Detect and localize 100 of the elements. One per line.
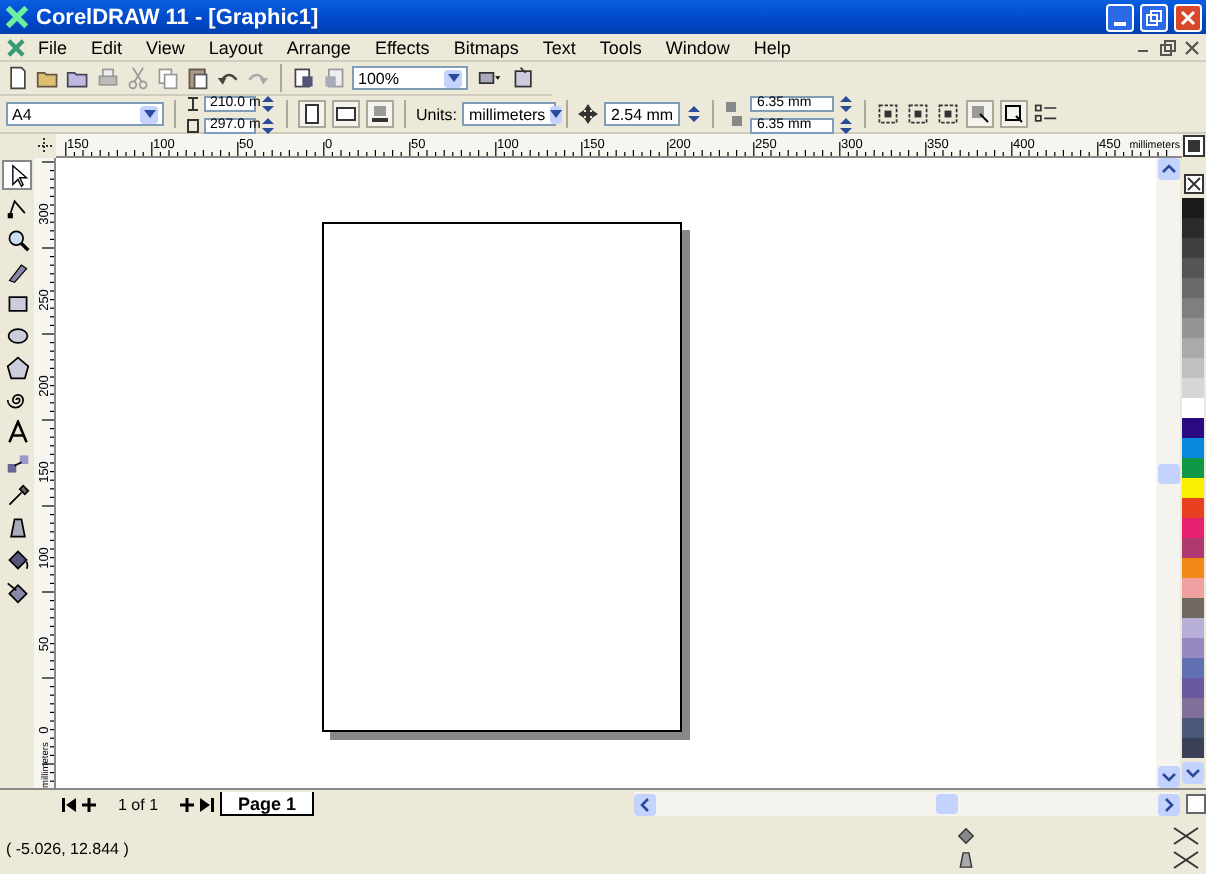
snap-to-objects-icon[interactable] [936,102,961,126]
color-swatch[interactable] [1182,378,1204,398]
color-swatch[interactable] [1182,438,1204,458]
landscape-button[interactable] [332,100,360,128]
folder-icon[interactable] [66,66,90,90]
color-swatch[interactable] [1182,358,1204,378]
color-swatch[interactable] [1182,318,1204,338]
color-swatch[interactable] [1182,698,1204,718]
add-page-icon[interactable] [180,797,195,811]
color-swatch[interactable] [1182,578,1204,598]
menu-item[interactable]: Bitmaps [441,37,531,57]
new-document-icon[interactable] [6,66,30,90]
zoom-value: 100% [358,69,399,87]
color-swatch[interactable] [1182,258,1204,278]
menu-item[interactable]: Layout [196,37,275,57]
snap-to-guidelines-icon[interactable] [906,102,931,126]
palette-swatch-icon[interactable] [1186,794,1206,814]
color-swatch[interactable] [1182,198,1204,218]
menu-item[interactable]: Arrange [274,37,363,57]
options-icon[interactable] [1034,102,1059,126]
scroll-thumb[interactable] [936,794,958,814]
color-swatch[interactable] [1182,678,1204,698]
close-icon[interactable] [1184,39,1200,55]
height-icon [186,117,200,133]
draw-selection-button[interactable] [1000,100,1029,128]
height-spinner[interactable] [260,115,276,135]
color-swatch[interactable] [1182,238,1204,258]
document-icon[interactable] [6,37,26,57]
caret-icon [447,74,459,82]
color-swatch[interactable] [1182,218,1204,238]
color-swatch[interactable] [1182,618,1204,638]
zoom-dropdown[interactable]: 100% [352,66,468,90]
paste-icon[interactable] [186,66,210,90]
menu-item[interactable]: Tools [587,37,654,57]
no-outline-icon [1172,850,1200,870]
import-icon[interactable] [292,66,316,90]
nudge-spinner[interactable] [686,104,703,124]
color-swatch[interactable] [1182,658,1204,678]
treat-as-filled-button[interactable] [966,100,995,128]
nudge-field[interactable]: 2.54 mm [604,102,681,126]
units-dropdown[interactable]: millimeters [462,102,557,126]
color-swatch[interactable] [1182,278,1204,298]
color-swatch[interactable] [1182,598,1204,618]
menu-item[interactable]: File [26,37,80,57]
scroll-down-button[interactable] [1157,766,1179,788]
add-page-icon[interactable] [82,797,96,811]
close-button[interactable] [1174,3,1202,31]
color-swatch[interactable] [1182,518,1204,538]
color-swatch[interactable] [1182,558,1204,578]
menu-item[interactable]: Window [653,37,742,57]
caret-icon [549,110,562,118]
window-title: CorelDRAW 11 - [Graphic1] [36,5,321,29]
vertical-scrollbar[interactable] [1156,158,1180,788]
scroll-right-button[interactable] [1158,793,1180,815]
page-tab[interactable]: Page 1 [220,792,315,816]
restore-button[interactable] [1140,3,1168,31]
width-spinner[interactable] [260,93,276,113]
menu-item[interactable]: Help [741,37,803,57]
open-folder-icon[interactable] [36,66,60,90]
paper-size-dropdown[interactable]: A4 [6,102,164,126]
palette-scroll-down-button[interactable] [1182,762,1204,784]
color-swatch[interactable] [1182,718,1204,738]
menu-item[interactable]: View [134,37,197,57]
snap-to-grid-icon[interactable] [876,102,901,126]
menu-item[interactable]: Effects [362,37,442,57]
scroll-up-button[interactable] [1157,158,1179,180]
color-swatch[interactable] [1182,458,1204,478]
horizontal-scrollbar[interactable] [634,792,1180,816]
minimize-icon [1114,21,1126,25]
color-swatch[interactable] [1182,538,1204,558]
portrait-button[interactable] [298,100,326,128]
color-swatch[interactable] [1182,638,1204,658]
last-page-icon[interactable] [200,797,215,811]
application-launcher-icon[interactable] [474,66,506,90]
color-swatch[interactable] [1182,738,1204,758]
scroll-thumb[interactable] [1157,463,1179,483]
units-dropdown-button[interactable] [549,105,562,123]
paper-size-value: A4 [12,105,32,123]
units-value: millimeters [468,105,546,123]
menu-item[interactable]: Text [530,37,588,57]
chevron-up-icon [1161,164,1175,174]
first-page-icon[interactable] [62,797,76,811]
fill-bucket-icon [956,826,976,846]
close-icon [1180,9,1196,25]
color-swatch[interactable] [1182,418,1204,438]
no-color-swatch[interactable] [1183,174,1203,194]
color-swatch[interactable] [1182,478,1204,498]
color-swatch[interactable] [1182,298,1204,318]
color-swatch[interactable] [1182,338,1204,358]
palette-options-icon[interactable] [1182,134,1206,158]
menu-item[interactable]: Edit [79,37,135,57]
color-swatch[interactable] [1182,398,1204,418]
paper-size-dropdown-button[interactable] [140,105,158,123]
color-swatch[interactable] [1182,498,1204,518]
scroll-left-button[interactable] [634,793,656,815]
chevron-right-icon [1164,797,1174,811]
page-layout-button[interactable] [366,100,394,128]
ruler-origin-icon[interactable] [34,134,56,158]
zoom-dropdown-button[interactable] [444,69,462,87]
minimize-button[interactable] [1106,3,1134,31]
